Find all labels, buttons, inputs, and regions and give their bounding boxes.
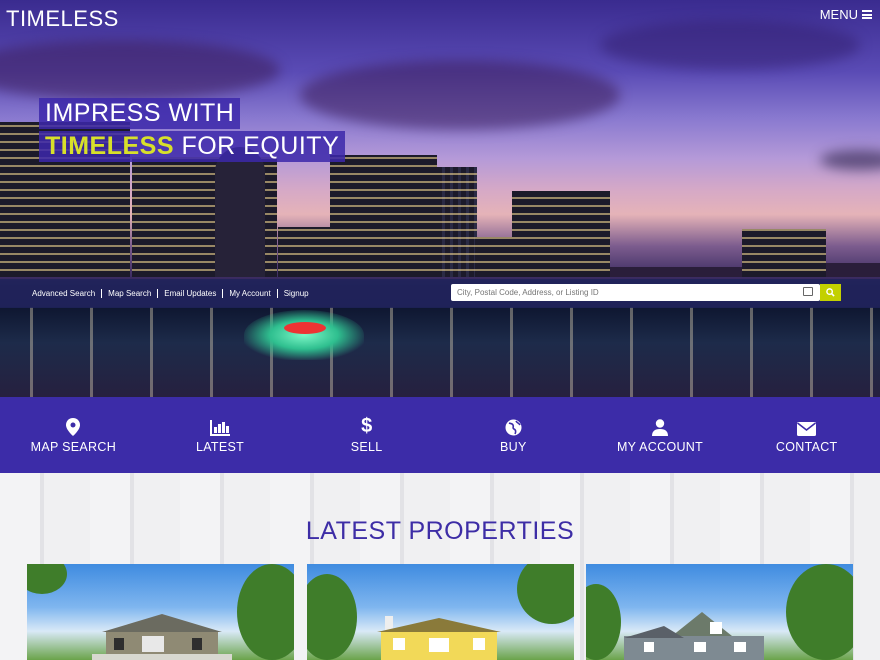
nav-sell[interactable]: $ SELL bbox=[293, 397, 440, 473]
nav-label: CONTACT bbox=[775, 440, 838, 454]
search-button[interactable] bbox=[820, 284, 841, 301]
link-signup[interactable]: Signup bbox=[276, 289, 315, 298]
hero-banner: TIMELESS MENU IMPRESS WITH TIMELESS FOR … bbox=[0, 0, 880, 397]
property-photo bbox=[624, 612, 764, 660]
headline-line-1: IMPRESS WITH bbox=[39, 98, 241, 129]
link-email-updates[interactable]: Email Updates bbox=[157, 289, 222, 298]
feature-nav: MAP SEARCH LATEST $ SELL BUY MY ACCOUNT … bbox=[0, 397, 880, 473]
property-card[interactable] bbox=[27, 564, 294, 660]
globe-icon bbox=[505, 416, 522, 436]
property-card[interactable] bbox=[307, 564, 574, 660]
envelope-icon bbox=[797, 416, 817, 436]
map-pin-icon bbox=[66, 416, 81, 436]
link-map-search[interactable]: Map Search bbox=[101, 289, 157, 298]
fountain bbox=[244, 310, 364, 360]
nav-label: BUY bbox=[500, 440, 527, 454]
property-photo bbox=[92, 612, 232, 660]
headline-line-2: TIMELESS FOR EQUITY bbox=[39, 131, 346, 162]
lake-reflection bbox=[0, 307, 880, 397]
nav-label: MY ACCOUNT bbox=[616, 440, 704, 454]
hero-headline: IMPRESS WITH TIMELESS FOR EQUITY bbox=[39, 98, 346, 164]
search-input[interactable] bbox=[451, 284, 820, 301]
nav-label: SELL bbox=[350, 440, 383, 454]
search-icon bbox=[826, 288, 835, 297]
nav-latest[interactable]: LATEST bbox=[147, 397, 294, 473]
hamburger-icon bbox=[862, 10, 872, 19]
search-band: Advanced Search Map Search Email Updates… bbox=[0, 279, 880, 308]
headline-line-2-rest: FOR EQUITY bbox=[181, 132, 340, 160]
quick-links: Advanced Search Map Search Email Updates… bbox=[26, 279, 315, 308]
nav-map-search[interactable]: MAP SEARCH bbox=[0, 397, 147, 473]
nav-my-account[interactable]: MY ACCOUNT bbox=[587, 397, 734, 473]
property-card[interactable] bbox=[586, 564, 853, 660]
site-logo[interactable]: TIMELESS bbox=[6, 6, 119, 32]
nav-contact[interactable]: CONTACT bbox=[733, 397, 880, 473]
dollar-icon: $ bbox=[361, 415, 373, 437]
nav-buy[interactable]: BUY bbox=[440, 397, 587, 473]
menu-button[interactable]: MENU bbox=[820, 7, 872, 22]
latest-properties-title: LATEST PROPERTIES bbox=[305, 517, 575, 545]
nav-label: LATEST bbox=[195, 440, 245, 454]
headline-accent: TIMELESS bbox=[45, 132, 175, 160]
menu-label: MENU bbox=[819, 7, 858, 22]
link-advanced-search[interactable]: Advanced Search bbox=[26, 289, 101, 298]
property-photo bbox=[369, 612, 509, 660]
bar-chart-icon bbox=[210, 416, 230, 436]
link-my-account[interactable]: My Account bbox=[222, 289, 276, 298]
keyboard-icon[interactable] bbox=[803, 287, 813, 296]
nav-label: MAP SEARCH bbox=[30, 440, 117, 454]
user-icon bbox=[652, 416, 669, 436]
